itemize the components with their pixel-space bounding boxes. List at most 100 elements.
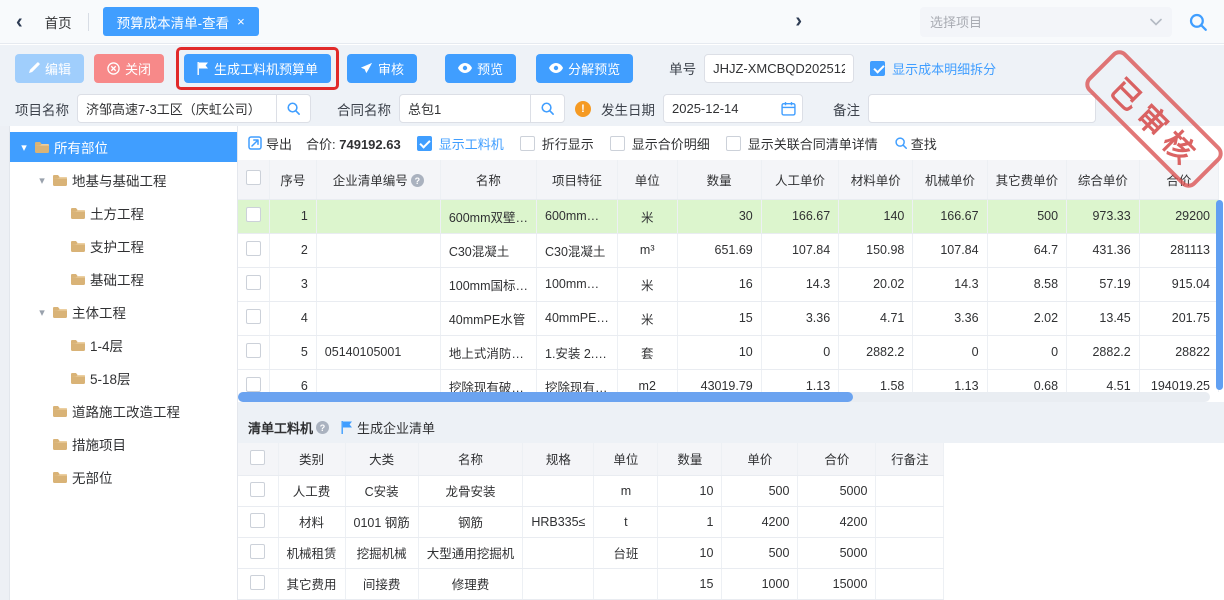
row-checkbox[interactable] (246, 309, 261, 324)
budget-table-row[interactable]: 505140105001地上式消防…1.安装 2.…套1002882.20028… (238, 335, 1219, 369)
show-cost-split-checkbox[interactable] (870, 61, 885, 76)
remark-input[interactable] (868, 94, 1096, 123)
cell: 米 (617, 301, 677, 335)
tree-item-基础工程[interactable]: 基础工程 (10, 264, 237, 294)
cell: 5000 (798, 537, 876, 568)
decompose-preview-button[interactable]: 分解预览 (536, 54, 633, 83)
cell: 间接费 (345, 568, 418, 599)
project-search-button[interactable] (277, 94, 311, 123)
caret-down-icon[interactable]: ▾ (36, 174, 48, 187)
contract-name-input[interactable] (399, 94, 531, 123)
tree-item-地基与基础工程[interactable]: ▾地基与基础工程 (10, 165, 237, 195)
caret-down-icon[interactable]: ▾ (36, 306, 48, 319)
material-table-row[interactable]: 其它费用间接费修理费15100015000 (238, 568, 944, 599)
option-显示关联合同清单详情[interactable]: 显示关联合同清单详情 (726, 134, 878, 153)
find-button[interactable]: 查找 (894, 134, 937, 153)
doc-no-input[interactable] (704, 54, 854, 83)
tree-item-道路施工改造工程[interactable]: 道路施工改造工程 (10, 396, 237, 426)
option-checkbox[interactable] (520, 136, 535, 151)
caret-down-icon[interactable]: ▾ (18, 141, 30, 154)
tree-item-所有部位[interactable]: ▾所有部位 (10, 132, 237, 162)
option-折行显示[interactable]: 折行显示 (520, 134, 594, 153)
column-header-企业清单编号: 企业清单编号? (316, 160, 440, 199)
row-checkbox-cell (238, 506, 278, 537)
budget-table-row[interactable]: 3100mm国标…100mm…米1614.320.0214.38.5857.19… (238, 267, 1219, 301)
cell (316, 233, 440, 267)
material-table-row[interactable]: 机械租赁挖掘机械大型通用挖掘机台班105005000 (238, 537, 944, 568)
cell (523, 475, 594, 506)
column-header-材料单价: 材料单价 (839, 160, 913, 199)
folder-icon (52, 174, 68, 187)
row-checkbox[interactable] (246, 275, 261, 290)
option-checkbox[interactable] (417, 136, 432, 151)
contract-name-label: 合同名称 (337, 99, 391, 119)
cell: C30混凝土 (537, 233, 618, 267)
audit-button[interactable]: 审核 (347, 54, 417, 83)
cell: 龙骨安装 (418, 475, 523, 506)
column-header-名称: 名称 (418, 443, 523, 475)
generate-enterprise-list-button[interactable]: 生成企业清单 (341, 418, 435, 437)
vertical-scrollbar-thumb[interactable] (1216, 200, 1223, 390)
row-checkbox[interactable] (250, 513, 265, 528)
horizontal-scrollbar-thumb[interactable] (238, 392, 853, 402)
option-显示工料机[interactable]: 显示工料机 (417, 134, 504, 153)
row-checkbox[interactable] (246, 343, 261, 358)
row-checkbox[interactable] (250, 482, 265, 497)
tree-item-主体工程[interactable]: ▾主体工程 (10, 297, 237, 327)
project-name-input[interactable] (77, 94, 277, 123)
row-checkbox[interactable] (250, 544, 265, 559)
budget-table-row[interactable]: 6挖除现有破…挖除现有…m243019.791.131.581.130.684.… (238, 369, 1219, 392)
cell: 5 (270, 335, 317, 369)
tab-active[interactable]: 预算成本清单-查看 × (103, 7, 259, 36)
cell: 修理费 (418, 568, 523, 599)
tree-item-1-4层[interactable]: 1-4层 (10, 330, 237, 360)
tree-item-支护工程[interactable]: 支护工程 (10, 231, 237, 261)
search-icon (894, 136, 908, 150)
budget-table-row[interactable]: 1600mm双壁…600mm…米30166.67140166.67500973.… (238, 199, 1219, 233)
row-checkbox[interactable] (250, 575, 265, 590)
search-icon[interactable] (1188, 12, 1208, 32)
budget-table-row[interactable]: 440mmPE水管40mmPE…米153.364.713.362.0213.45… (238, 301, 1219, 335)
export-button[interactable]: 导出 (248, 134, 292, 153)
row-checkbox[interactable] (246, 207, 261, 222)
edit-button[interactable]: 编辑 (15, 54, 84, 83)
cell: 201.75 (1139, 301, 1218, 335)
chevron-right-icon[interactable]: › (795, 10, 802, 33)
preview-button[interactable]: 预览 (445, 54, 516, 83)
budget-table-row[interactable]: 2C30混凝土C30混凝土m³651.69107.84150.98107.846… (238, 233, 1219, 267)
select-all-checkbox[interactable] (250, 450, 265, 465)
row-checkbox[interactable] (246, 241, 261, 256)
cell: 194019.25 (1139, 369, 1218, 392)
find-label: 查找 (911, 134, 937, 153)
row-checkbox[interactable] (246, 377, 261, 392)
cell: 2882.2 (839, 335, 913, 369)
contract-search-button[interactable] (531, 94, 565, 123)
material-table-row[interactable]: 人工费C安装龙骨安装m105005000 (238, 475, 944, 506)
option-显示合价明细[interactable]: 显示合价明细 (610, 134, 710, 153)
cell: 4200 (798, 506, 876, 537)
row-checkbox-cell (238, 199, 270, 233)
select-all-checkbox[interactable] (246, 170, 261, 185)
close-button[interactable]: 关闭 (94, 54, 164, 83)
tab-home[interactable]: 首页 (45, 12, 72, 32)
tree-item-无部位[interactable]: 无部位 (10, 462, 237, 492)
cell: 107.84 (913, 233, 987, 267)
material-table-row[interactable]: 材料0101 钢筋钢筋HRB335≤t142004200 (238, 506, 944, 537)
generate-material-budget-button[interactable]: 生成工料机预算单 (184, 54, 331, 83)
cell (876, 475, 944, 506)
option-label: 显示关联合同清单详情 (748, 134, 878, 153)
sub-section-header: 清单工料机 ? 生成企业清单 (238, 402, 1224, 443)
option-checkbox[interactable] (610, 136, 625, 151)
cell (316, 199, 440, 233)
tree-item-措施项目[interactable]: 措施项目 (10, 429, 237, 459)
chevron-left-icon[interactable]: ‹ (16, 12, 23, 32)
close-icon[interactable]: × (237, 14, 245, 29)
show-cost-split-option[interactable]: 显示成本明细拆分 (870, 59, 996, 78)
tree-item-土方工程[interactable]: 土方工程 (10, 198, 237, 228)
collapsed-splitter[interactable] (0, 126, 10, 600)
tree-item-5-18层[interactable]: 5-18层 (10, 363, 237, 393)
project-select[interactable]: 选择项目 (920, 7, 1172, 37)
option-checkbox[interactable] (726, 136, 741, 151)
cell: m (594, 475, 658, 506)
calendar-icon[interactable] (781, 101, 796, 116)
